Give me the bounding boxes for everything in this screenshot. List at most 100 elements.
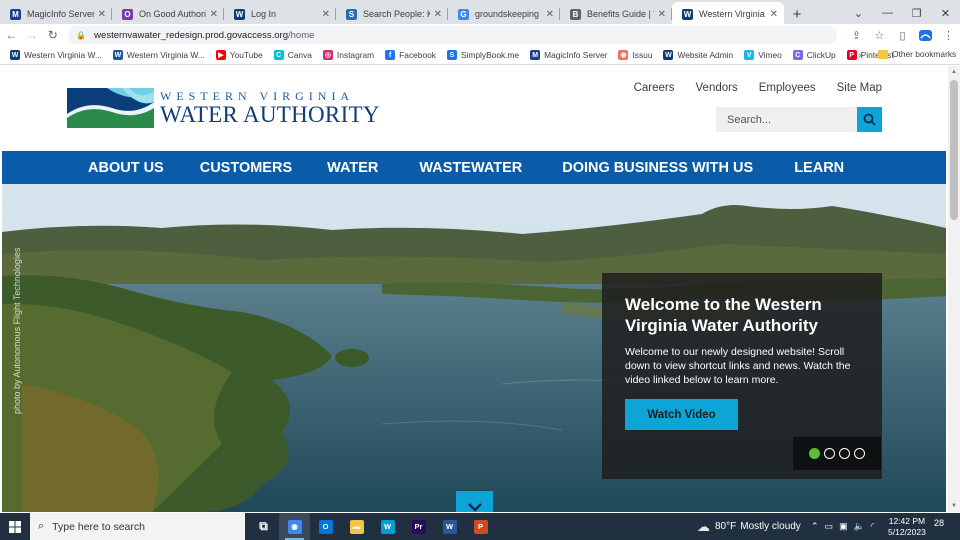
address-bar[interactable]: 🔒 westernvawater_redesign.prod.govaccess…	[68, 26, 837, 44]
tab-close-icon[interactable]: ✕	[98, 9, 106, 20]
volume-icon[interactable]: 🔈	[854, 521, 865, 532]
browser-tab[interactable]: Ggroundskeeping - Go ✕	[448, 2, 560, 26]
back-icon[interactable]: ←	[2, 25, 21, 45]
site-map-link[interactable]: Site Map	[837, 82, 882, 94]
bookmark-item[interactable]: ◉ Issuu	[618, 50, 652, 60]
tab-close-icon[interactable]: ✕	[546, 9, 554, 20]
bookmark-label: Canva	[287, 50, 312, 60]
vendors-link[interactable]: Vendors	[696, 82, 738, 94]
bookmark-item[interactable]: M MagicInfo Server	[530, 50, 607, 60]
weather-widget[interactable]: ☁ 80°F Mostly cloudy	[697, 513, 801, 540]
employees-link[interactable]: Employees	[759, 82, 816, 94]
tab-close-icon[interactable]: ✕	[770, 9, 778, 20]
slide-dot[interactable]	[809, 448, 820, 459]
word-taskbar-button[interactable]: W	[434, 513, 465, 540]
browser-tab[interactable]: W Log In ✕	[224, 2, 336, 26]
bookmark-item[interactable]: f Facebook	[385, 50, 436, 60]
bookmarks-overflow-icon[interactable]: »	[858, 50, 864, 61]
utility-links: Careers Vendors Employees Site Map	[613, 82, 882, 94]
bookmark-item[interactable]: W Western Virginia W...	[112, 50, 205, 60]
profile-icon[interactable]	[914, 25, 937, 45]
wvwa-icon: W	[682, 8, 693, 20]
scroll-up-icon[interactable]: ▲	[948, 66, 960, 78]
nav-doing-business[interactable]: DOING BUSINESS WITH US	[562, 160, 753, 176]
scroll-down-icon[interactable]: ▼	[948, 500, 960, 512]
scrollbar-thumb[interactable]	[950, 80, 958, 220]
start-button[interactable]	[0, 513, 30, 540]
minimize-icon[interactable]: —	[873, 0, 902, 26]
bookmark-item[interactable]: S SimplyBook.me	[446, 50, 520, 60]
other-bookmarks[interactable]: Other bookmarks	[878, 49, 956, 59]
webex-taskbar-button[interactable]: W	[372, 513, 403, 540]
bookmark-star-icon[interactable]: ☆	[868, 25, 891, 45]
bookmark-item[interactable]: ▶ YouTube	[215, 50, 263, 60]
bookmark-item[interactable]: C Canva	[273, 50, 312, 60]
outlook-taskbar-button[interactable]: O	[310, 513, 341, 540]
browser-tab[interactable]: O On Good Authority M ✕	[112, 2, 224, 26]
forward-icon[interactable]: →	[23, 25, 42, 45]
windows-logo-icon	[9, 520, 21, 533]
browser-tab[interactable]: S Search People: Kenne ✕	[336, 2, 448, 26]
bookmark-item[interactable]: ◎ Instagram	[322, 50, 374, 60]
menu-icon[interactable]: ⋮	[937, 25, 960, 45]
bookmark-favicon-icon: M	[530, 50, 541, 60]
network-icon[interactable]: ▭	[825, 521, 834, 532]
restore-icon[interactable]: ❐	[902, 0, 931, 26]
magicinfo-icon: M	[10, 8, 21, 20]
slide-dot[interactable]	[854, 448, 865, 459]
taskbar-search[interactable]: ⌕ Type here to search	[30, 513, 245, 540]
nav-learn[interactable]: LEARN	[794, 160, 844, 176]
file-explorer-icon: ▬	[349, 519, 364, 534]
bookmark-item[interactable]: W Website Admin	[663, 50, 733, 60]
site-logo[interactable]: Western Virginia WATER AUTHORITY	[67, 88, 380, 128]
nav-water[interactable]: WATER	[327, 160, 378, 176]
tab-close-icon[interactable]: ✕	[434, 9, 442, 20]
nav-about-us[interactable]: ABOUT US	[88, 160, 164, 176]
outlook-icon: O	[318, 519, 333, 534]
slide-dot[interactable]	[839, 448, 850, 459]
browser-tab[interactable]: B Benefits Guide | West ✕	[560, 2, 672, 26]
scroll-down-button[interactable]	[456, 491, 493, 512]
lock-icon[interactable]: 🔒	[76, 31, 86, 40]
powerpoint-taskbar-button[interactable]: P	[465, 513, 496, 540]
nav-customers[interactable]: CUSTOMERS	[200, 160, 292, 176]
logo-text-top: Western Virginia	[160, 88, 355, 103]
powerpoint-icon: P	[473, 519, 488, 534]
bookmark-item[interactable]: C ClickUp	[792, 50, 836, 60]
bookmark-label: SimplyBook.me	[460, 50, 520, 60]
premiere-taskbar-button[interactable]: Pr	[403, 513, 434, 540]
taskbar-clock[interactable]: 12:42 PM 5/12/2023	[888, 516, 926, 538]
side-panel-icon[interactable]: ▯	[891, 25, 914, 45]
tray-overflow-icon[interactable]: ⌃	[811, 521, 819, 532]
close-window-icon[interactable]: ✕	[931, 0, 960, 26]
page-scrollbar[interactable]: ▲ ▼	[948, 66, 960, 512]
tab-close-icon[interactable]: ✕	[210, 9, 218, 20]
watch-video-button[interactable]: Watch Video	[625, 399, 738, 430]
search-button[interactable]	[857, 107, 882, 132]
nav-wastewater[interactable]: WASTEWATER	[419, 160, 522, 176]
file-explorer-taskbar-button[interactable]: ▬	[341, 513, 372, 540]
wifi-icon[interactable]: ◜	[871, 521, 875, 532]
browser-tab[interactable]: W Western Virginia Wat ✕	[672, 2, 784, 26]
tab-close-icon[interactable]: ✕	[658, 9, 666, 20]
slide-dot[interactable]	[824, 448, 835, 459]
new-tab-button[interactable]: +	[784, 2, 810, 26]
bookmark-label: Vimeo	[758, 50, 782, 60]
bookmark-item[interactable]: W Western Virginia W...	[10, 50, 102, 60]
battery-icon[interactable]: ▣	[839, 521, 848, 532]
reload-icon[interactable]: ↻	[43, 25, 62, 45]
weather-desc: Mostly cloudy	[740, 521, 801, 532]
site-search-input[interactable]	[716, 107, 857, 132]
share-icon[interactable]: ⇪	[845, 25, 868, 45]
tab-label: On Good Authority M	[139, 9, 206, 19]
bookmark-label: Issuu	[632, 50, 653, 60]
careers-link[interactable]: Careers	[634, 82, 675, 94]
task-view-taskbar-button[interactable]: ⧉	[248, 513, 279, 540]
tab-close-icon[interactable]: ✕	[322, 9, 330, 20]
tab-search-icon[interactable]: ⌄	[844, 0, 873, 26]
browser-tab[interactable]: M MagicInfo Server ✕	[0, 2, 112, 26]
chrome-taskbar-button[interactable]: ◉	[279, 513, 310, 540]
tab-label: Log In	[251, 9, 277, 19]
bookmark-item[interactable]: V Vimeo	[744, 50, 782, 60]
notification-center-icon[interactable]: 28	[934, 518, 944, 528]
